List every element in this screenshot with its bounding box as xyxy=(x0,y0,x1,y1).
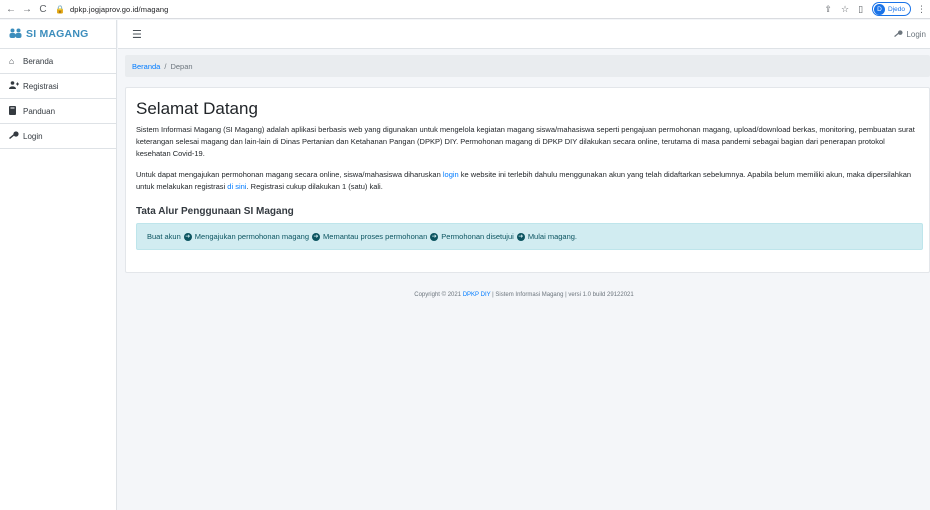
profile-name: Djedo xyxy=(888,5,905,13)
forward-icon[interactable]: → xyxy=(19,0,35,19)
flow-step: Mulai magang. xyxy=(527,232,578,241)
sidebar-item-login[interactable]: Login xyxy=(0,124,116,149)
sidebar-item-label: Registrasi xyxy=(23,81,59,91)
arrow-right-circle-icon: ➜ xyxy=(516,232,525,241)
intro-paragraph: Sistem Informasi Magang (SI Magang) adal… xyxy=(136,125,915,158)
breadcrumb-separator: / xyxy=(164,61,167,71)
login-label: Login xyxy=(906,29,926,39)
user-plus-icon xyxy=(9,81,21,91)
arrow-right-circle-icon: ➜ xyxy=(312,232,321,241)
reload-icon[interactable]: C xyxy=(35,0,51,19)
sidebar-item-label: Login xyxy=(23,131,43,141)
breadcrumb: Beranda / Depan xyxy=(125,55,930,77)
footer-version: | Sistem Informasi Magang | versi 1.0 bu… xyxy=(490,292,634,298)
register-inline-link[interactable]: di sini xyxy=(227,182,246,191)
url-text[interactable]: dpkp.jogjaprov.go.id/magang xyxy=(70,5,168,14)
login-inline-link[interactable]: login xyxy=(443,170,459,179)
browser-toolbar: ← → C 🔒 dpkp.jogjaprov.go.id/magang ⇪ ☆ … xyxy=(0,0,930,19)
footer-org-link[interactable]: DPKP DIY xyxy=(463,292,491,298)
star-icon[interactable]: ☆ xyxy=(841,4,849,15)
brand-title: SI MAGANG xyxy=(26,28,89,40)
avatar: D xyxy=(874,3,886,15)
hamburger-menu-icon[interactable]: ☰ xyxy=(132,28,142,41)
breadcrumb-current: Depan xyxy=(170,61,193,71)
footer: Copyright © 2021 DPKP DIY | Sistem Infor… xyxy=(118,292,930,298)
sidebar-item-label: Beranda xyxy=(23,56,54,66)
arrow-right-circle-icon: ➜ xyxy=(430,232,439,241)
sidebar-item-label: Panduan xyxy=(23,106,56,116)
flow-title: Tata Alur Penggunaan SI Magang xyxy=(136,206,294,217)
flow-step: Mengajukan permohonan magang xyxy=(194,232,310,241)
back-icon[interactable]: ← xyxy=(3,0,19,19)
flow-step: Permohonan disetujui xyxy=(441,232,514,241)
login-link[interactable]: Login xyxy=(894,30,926,39)
profile-button[interactable]: D Djedo xyxy=(872,2,911,16)
key-icon xyxy=(894,29,903,39)
sidebar: SI MAGANG ⌂ Beranda Registrasi Panduan L… xyxy=(0,20,117,510)
address-bar[interactable]: 🔒 dpkp.jogjaprov.go.id/magang xyxy=(55,2,824,17)
instructions-text: . Registrasi cukup dilakukan 1 (satu) ka… xyxy=(246,182,383,191)
instructions-text: Untuk dapat mengajukan permohonan magang… xyxy=(136,170,443,179)
brand-link[interactable]: SI MAGANG xyxy=(0,20,116,49)
instructions-paragraph: Untuk dapat mengajukan permohonan magang… xyxy=(136,169,921,193)
welcome-card: Selamat Datang Sistem Informasi Magang (… xyxy=(125,87,930,273)
menu-icon[interactable]: ⋮ xyxy=(917,4,926,15)
people-icon xyxy=(9,28,22,41)
arrow-right-circle-icon: ➜ xyxy=(183,232,192,241)
sidebar-item-panduan[interactable]: Panduan xyxy=(0,99,116,124)
share-icon[interactable]: ⇪ xyxy=(824,4,832,15)
footer-copyright: Copyright © 2021 xyxy=(414,292,463,298)
home-icon: ⌂ xyxy=(9,56,15,66)
breadcrumb-home-link[interactable]: Beranda xyxy=(132,62,160,71)
lock-icon: 🔒 xyxy=(55,4,65,14)
top-navbar: ☰ Login xyxy=(118,20,930,49)
flow-alert: Buat akun ➜ Mengajukan permohonan magang… xyxy=(136,223,923,250)
sidebar-item-beranda[interactable]: ⌂ Beranda xyxy=(0,49,116,74)
book-icon xyxy=(9,105,21,117)
flow-step: Buat akun xyxy=(147,232,181,241)
key-icon xyxy=(9,131,21,141)
extensions-icon[interactable]: ▯ xyxy=(858,4,863,15)
page-title: Selamat Datang xyxy=(136,99,258,118)
flow-step: Memantau proses permohonan xyxy=(323,232,428,241)
sidebar-item-registrasi[interactable]: Registrasi xyxy=(0,74,116,99)
